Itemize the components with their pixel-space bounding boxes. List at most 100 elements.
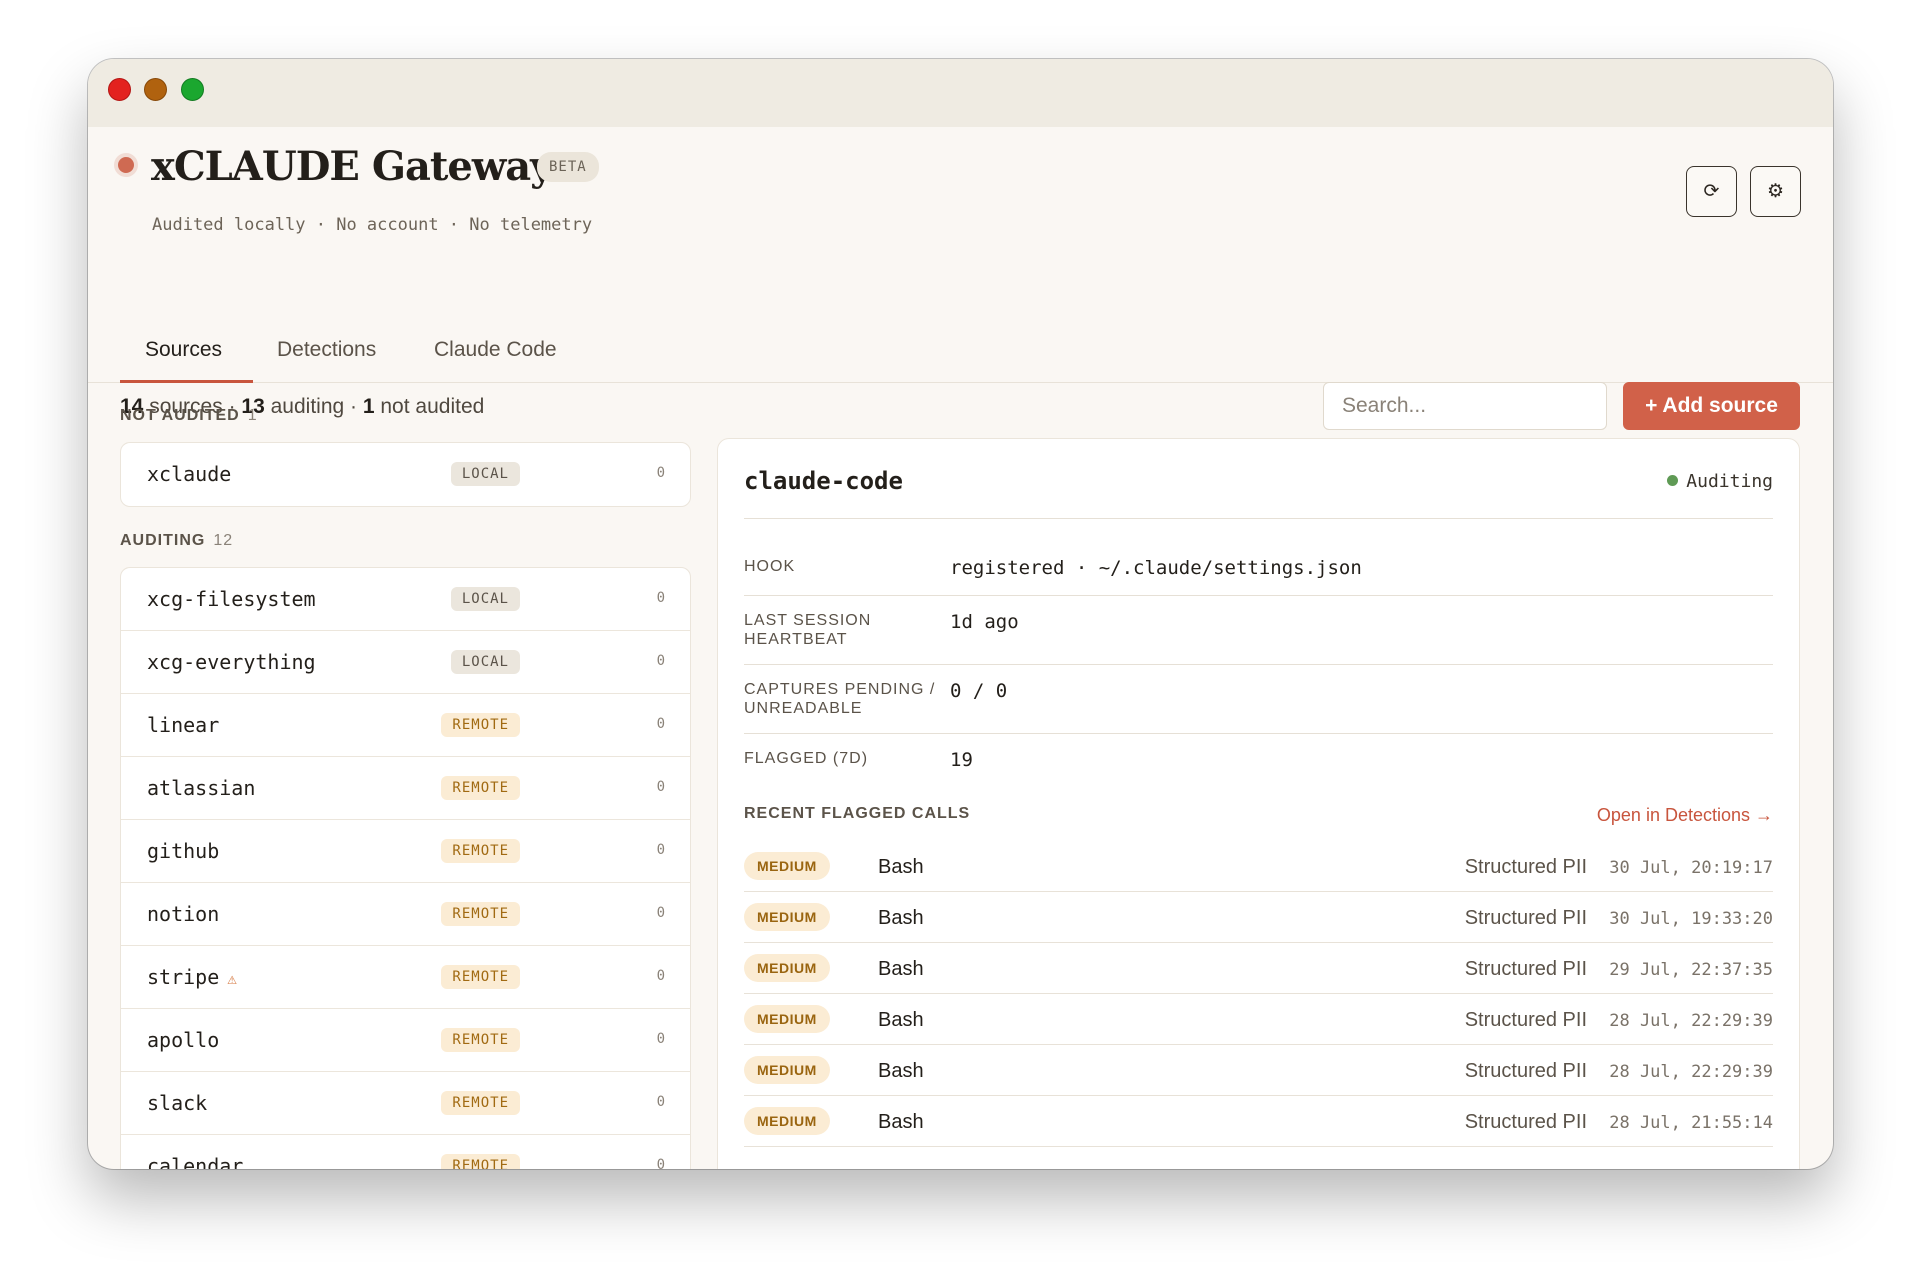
warning-icon: ⚠ (227, 969, 237, 988)
field-label-heartbeat: LAST SESSION HEARTBEAT (744, 612, 872, 648)
source-name: atlassian (147, 776, 255, 800)
source-name: stripe ⚠ (147, 965, 237, 989)
source-name: linear (147, 713, 219, 737)
source-count: 0 (656, 465, 665, 481)
tab-detections[interactable]: Detections (277, 338, 376, 362)
zoom-window-button[interactable] (181, 78, 204, 101)
source-name-text: slack (147, 1091, 208, 1115)
flagged-call-row[interactable]: MEDIUM Bash Structured PII 28 Jul, 21:55:14 (744, 1096, 1773, 1147)
source-row-stripe[interactable]: stripe ⚠ REMOTE 0 (121, 946, 690, 1009)
source-row-xcg-everything[interactable]: xcg-everything LOCAL 0 (121, 631, 690, 694)
field-divider (744, 733, 1773, 734)
auditing-heading-label: AUDITING (120, 532, 206, 549)
flagged-call-row[interactable]: MEDIUM Bash Structured PII 29 Jul, 22:37:35 (744, 943, 1773, 994)
source-count: 0 (656, 716, 665, 732)
call-timestamp: 28 Jul, 21:55:14 (1609, 1113, 1773, 1133)
field-value-hook: registered · ~/.claude/settings.json (950, 557, 1362, 579)
auditing-source-list: xcg-filesystem LOCAL 0 xcg-everything LOCAL 0… (120, 567, 691, 1169)
detail-status-label: Auditing (1686, 471, 1773, 492)
source-row-atlassian[interactable]: atlassian REMOTE 0 (121, 757, 690, 820)
settings-button[interactable]: ⚙ (1750, 166, 1801, 217)
source-type-badge: REMOTE (441, 1091, 520, 1115)
severity-badge: MEDIUM (744, 1005, 830, 1033)
detail-divider (744, 518, 1773, 519)
source-name-text: xcg-filesystem (147, 587, 316, 611)
not-audited-label: not audited (380, 395, 485, 418)
source-count: 0 (656, 1157, 665, 1169)
source-row-calendar[interactable]: calendar REMOTE 0 (121, 1135, 690, 1169)
close-window-button[interactable] (108, 78, 131, 101)
field-label-captures: CAPTURES PENDING / UNREADABLE (744, 681, 936, 717)
status-dot-icon (1667, 475, 1679, 486)
source-count: 0 (656, 653, 665, 669)
refresh-button[interactable]: ⟳ (1686, 166, 1737, 217)
call-detection-type: Structured PII (1464, 958, 1587, 980)
source-name: xclaude (147, 462, 231, 486)
app-window: xCLAUDE Gateway BETA Audited locally · N… (88, 59, 1833, 1169)
source-name: apollo (147, 1028, 219, 1052)
field-label-flagged: FLAGGED (7D) (744, 750, 869, 767)
source-name: github (147, 839, 219, 863)
source-row-slack[interactable]: slack REMOTE 0 (121, 1072, 690, 1135)
flagged-call-row[interactable]: MEDIUM Bash Structured PII 30 Jul, 19:33:20 (744, 892, 1773, 943)
app-subtitle: Audited locally · No account · No teleme… (152, 215, 593, 235)
field-divider (744, 595, 1773, 596)
source-name-text: xclaude (147, 462, 232, 486)
app-title: xCLAUDE Gateway (151, 143, 553, 190)
gear-icon: ⚙ (1766, 181, 1785, 202)
source-count: 0 (656, 968, 665, 984)
source-row-github[interactable]: github REMOTE 0 (121, 820, 690, 883)
severity-badge: MEDIUM (744, 954, 830, 982)
source-row-notion[interactable]: notion REMOTE 0 (121, 883, 690, 946)
source-row-xcg-filesystem[interactable]: xcg-filesystem LOCAL 0 (121, 568, 690, 631)
call-timestamp: 28 Jul, 22:29:39 (1609, 1011, 1773, 1031)
source-name: xcg-filesystem (147, 587, 316, 611)
source-row-xclaude[interactable]: xclaude LOCAL 0 (121, 443, 690, 506)
source-name: xcg-everything (147, 650, 316, 674)
source-name-text: calendar (147, 1154, 244, 1169)
source-name-text: notion (147, 902, 220, 926)
severity-badge: MEDIUM (744, 1056, 830, 1084)
source-type-badge: REMOTE (441, 1028, 520, 1052)
auditing-label: auditing · (270, 395, 357, 418)
minimize-window-button[interactable] (144, 78, 167, 101)
tab-claude-code[interactable]: Claude Code (434, 338, 557, 362)
severity-badge: MEDIUM (744, 1107, 830, 1135)
source-count: 0 (656, 1031, 665, 1047)
flagged-call-row[interactable]: MEDIUM Bash Structured PII 28 Jul, 22:29:39 (744, 994, 1773, 1045)
source-detail-panel: claude-code Auditing HOOK registered · ~… (717, 438, 1800, 1169)
flagged-call-row[interactable]: MEDIUM Bash Structured PII 30 Jul, 20:19:17 (744, 841, 1773, 892)
detail-status: Auditing (1667, 471, 1773, 492)
flagged-call-row[interactable]: MEDIUM Bash Structured PII 28 Jul, 22:29:39 (744, 1045, 1773, 1096)
source-type-badge: REMOTE (441, 713, 520, 737)
detail-title: claude-code (744, 467, 903, 495)
source-name-text: apollo (147, 1028, 220, 1052)
open-in-detections-link[interactable]: Open in Detections → (1597, 805, 1773, 826)
not-audited-source-list: xclaude LOCAL 0 (120, 442, 691, 507)
field-divider (744, 664, 1773, 665)
beta-badge: BETA (537, 152, 599, 182)
source-count: 0 (656, 905, 665, 921)
tab-sources[interactable]: Sources (145, 338, 222, 362)
call-tool: Bash (878, 1060, 924, 1082)
add-source-button[interactable]: + Add source (1623, 382, 1800, 430)
severity-badge: MEDIUM (744, 852, 830, 880)
app-status-icon (118, 157, 134, 173)
call-tool: Bash (878, 958, 924, 980)
source-name-text: xcg-everything (147, 650, 316, 674)
source-name-text: stripe (147, 965, 220, 989)
source-row-linear[interactable]: linear REMOTE 0 (121, 694, 690, 757)
source-name: notion (147, 902, 219, 926)
refresh-icon: ⟳ (1703, 181, 1720, 202)
source-type-badge: LOCAL (450, 587, 520, 611)
not-audited-heading-count: 1 (247, 407, 258, 424)
source-name-text: atlassian (147, 776, 256, 800)
field-label-hook: HOOK (744, 558, 796, 575)
source-count: 0 (656, 1094, 665, 1110)
field-value-captures: 0 / 0 (950, 680, 1008, 702)
tab-bar: Sources Detections Claude Code (88, 319, 1833, 383)
source-row-apollo[interactable]: apollo REMOTE 0 (121, 1009, 690, 1072)
call-detection-type: Structured PII (1464, 856, 1587, 878)
search-input[interactable] (1323, 382, 1607, 430)
source-name: calendar (147, 1154, 243, 1169)
